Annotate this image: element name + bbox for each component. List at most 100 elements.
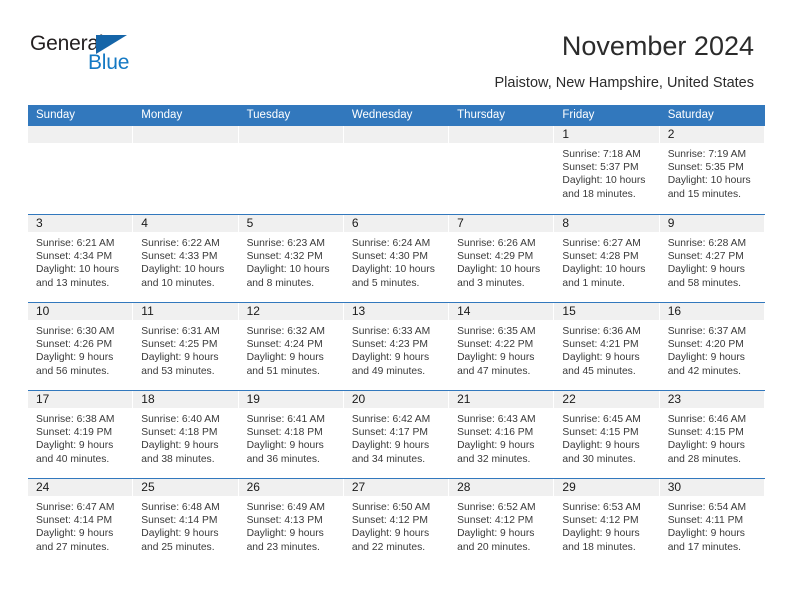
calendar-day-cell[interactable]: 20 Sunrise: 6:42 AM Sunset: 4:17 PM Dayligh… — [343, 391, 450, 478]
calendar-day-cell[interactable]: 19 Sunrise: 6:41 AM Sunset: 4:18 PM Dayligh… — [238, 391, 344, 478]
day-number: 14 — [449, 303, 554, 320]
sunrise-time: Sunrise: 6:36 AM — [562, 326, 641, 337]
daylight-duration-line1: Daylight: 10 hours — [141, 264, 225, 276]
day-number: 6 — [343, 215, 449, 232]
daylight-duration-line2: and 13 minutes. — [36, 277, 110, 289]
day-details: Sunrise: 6:47 AM Sunset: 4:14 PM Daylight:… — [28, 496, 132, 554]
daylight-duration-line1: Daylight: 9 hours — [351, 440, 430, 452]
calendar-day-cell[interactable]: 11 Sunrise: 6:31 AM Sunset: 4:25 PM Dayligh… — [133, 303, 239, 390]
daylight-duration-line1: Daylight: 9 hours — [457, 352, 535, 364]
day-number: 20 — [343, 391, 449, 408]
calendar-day-cell[interactable]: 25 Sunrise: 6:48 AM Sunset: 4:14 PM Dayligh… — [133, 479, 239, 566]
sunset-time: Sunset: 4:19 PM — [36, 427, 113, 439]
calendar-day-cell[interactable]: 6 Sunrise: 6:24 AM Sunset: 4:30 PM Daylight… — [343, 215, 450, 302]
calendar-day-cell[interactable]: 26 Sunrise: 6:49 AM Sunset: 4:13 PM Dayligh… — [238, 479, 344, 566]
sunset-time: Sunset: 4:11 PM — [667, 515, 744, 527]
calendar-day-cell[interactable]: 28 Sunrise: 6:52 AM Sunset: 4:12 PM Dayligh… — [449, 479, 555, 566]
day-cell-inner: 22 Sunrise: 6:45 AM Sunset: 4:15 PM Dayligh… — [554, 391, 659, 478]
day-cell-inner — [449, 126, 554, 214]
day-number — [133, 126, 238, 143]
calendar-day-cell[interactable]: 16 Sunrise: 6:37 AM Sunset: 4:20 PM Dayligh… — [659, 303, 765, 390]
sunset-time: Sunset: 4:22 PM — [457, 339, 534, 351]
calendar-day-cell[interactable]: 29 Sunrise: 6:53 AM Sunset: 4:12 PM Dayligh… — [554, 479, 660, 566]
day-cell-inner — [133, 126, 238, 214]
calendar-page: General Blue November 2024 Plaistow, New… — [0, 0, 792, 612]
calendar-day-cell[interactable]: 12 Sunrise: 6:32 AM Sunset: 4:24 PM Dayligh… — [238, 303, 344, 390]
calendar-day-cell[interactable]: 21 Sunrise: 6:43 AM Sunset: 4:16 PM Dayligh… — [449, 391, 555, 478]
day-number: 17 — [28, 391, 133, 408]
day-number: 26 — [238, 479, 343, 496]
sunset-time: Sunset: 4:34 PM — [36, 251, 113, 263]
calendar-day-cell[interactable]: 7 Sunrise: 6:26 AM Sunset: 4:29 PM Daylight… — [449, 215, 555, 302]
weekday-header-row: Sunday Monday Tuesday Wednesday Thursday Frid… — [28, 105, 765, 126]
day-cell-inner: 17 Sunrise: 6:38 AM Sunset: 4:19 PM Dayligh… — [28, 391, 133, 478]
sunset-time: Sunset: 4:14 PM — [36, 515, 113, 527]
calendar-day-cell[interactable]: 17 Sunrise: 6:38 AM Sunset: 4:19 PM Dayligh… — [28, 391, 134, 478]
day-details: Sunrise: 6:53 AM Sunset: 4:12 PM Daylight:… — [554, 496, 658, 554]
day-cell-inner: 21 Sunrise: 6:43 AM Sunset: 4:16 PM Dayligh… — [449, 391, 554, 478]
calendar-day-cell[interactable]: 9 Sunrise: 6:28 AM Sunset: 4:27 PM Daylight… — [659, 215, 765, 302]
day-details: Sunrise: 6:49 AM Sunset: 4:13 PM Daylight:… — [239, 496, 343, 554]
daylight-duration-line2: and 5 minutes. — [351, 277, 420, 289]
day-number: 21 — [449, 391, 554, 408]
calendar-day-cell[interactable]: 3 Sunrise: 6:21 AM Sunset: 4:34 PM Daylight… — [28, 215, 134, 302]
calendar-day-cell[interactable]: 2 Sunrise: 7:19 AM Sunset: 5:35 PM Daylight… — [659, 126, 765, 214]
day-cell-inner: 12 Sunrise: 6:32 AM Sunset: 4:24 PM Dayligh… — [238, 303, 343, 390]
daylight-duration-line2: and 38 minutes. — [141, 453, 215, 465]
daylight-duration-line2: and 20 minutes. — [457, 541, 531, 553]
sunrise-time: Sunrise: 6:30 AM — [36, 326, 115, 337]
calendar-day-cell[interactable]: 15 Sunrise: 6:36 AM Sunset: 4:21 PM Dayligh… — [554, 303, 660, 390]
calendar-day-cell[interactable]: 27 Sunrise: 6:50 AM Sunset: 4:12 PM Dayligh… — [343, 479, 450, 566]
sunset-time: Sunset: 4:16 PM — [457, 427, 534, 439]
day-cell-inner: 6 Sunrise: 6:24 AM Sunset: 4:30 PM Daylight… — [343, 215, 449, 302]
sunrise-time: Sunrise: 6:45 AM — [562, 414, 641, 425]
calendar-day-cell[interactable]: 1 Sunrise: 7:18 AM Sunset: 5:37 PM Daylight… — [554, 126, 660, 214]
sunset-time: Sunset: 4:33 PM — [141, 251, 218, 263]
calendar-day-cell[interactable]: 13 Sunrise: 6:33 AM Sunset: 4:23 PM Dayligh… — [343, 303, 450, 390]
daylight-duration-line2: and 3 minutes. — [457, 277, 525, 289]
daylight-duration-line1: Daylight: 9 hours — [141, 352, 219, 364]
daylight-duration-line1: Daylight: 9 hours — [562, 352, 640, 364]
day-details: Sunrise: 6:33 AM Sunset: 4:23 PM Daylight:… — [344, 320, 448, 378]
general-blue-logo[interactable]: General Blue — [30, 32, 220, 84]
day-cell-inner: 23 Sunrise: 6:46 AM Sunset: 4:15 PM Dayligh… — [659, 391, 764, 478]
sunrise-time: Sunrise: 6:38 AM — [36, 414, 115, 425]
daylight-duration-line2: and 27 minutes. — [36, 541, 110, 553]
daylight-duration-line2: and 17 minutes. — [667, 541, 741, 553]
sunrise-time: Sunrise: 7:18 AM — [562, 149, 641, 160]
calendar-day-cell[interactable]: 5 Sunrise: 6:23 AM Sunset: 4:32 PM Daylight… — [238, 215, 344, 302]
daylight-duration-line2: and 51 minutes. — [246, 365, 320, 377]
calendar-day-cell[interactable]: 8 Sunrise: 6:27 AM Sunset: 4:28 PM Daylight… — [554, 215, 660, 302]
calendar-day-cell[interactable]: 24 Sunrise: 6:47 AM Sunset: 4:14 PM Dayligh… — [28, 479, 134, 566]
day-cell-inner: 9 Sunrise: 6:28 AM Sunset: 4:27 PM Daylight… — [659, 215, 764, 302]
day-number: 13 — [343, 303, 449, 320]
daylight-duration-line2: and 32 minutes. — [457, 453, 531, 465]
calendar-day-cell[interactable]: 14 Sunrise: 6:35 AM Sunset: 4:22 PM Dayligh… — [449, 303, 555, 390]
day-cell-inner: 4 Sunrise: 6:22 AM Sunset: 4:33 PM Daylight… — [133, 215, 238, 302]
sunset-time: Sunset: 4:30 PM — [351, 251, 428, 263]
sunset-time: Sunset: 4:32 PM — [246, 251, 323, 263]
calendar-week-row: 24 Sunrise: 6:47 AM Sunset: 4:14 PM Dayligh… — [28, 478, 765, 566]
day-details: Sunrise: 6:22 AM Sunset: 4:33 PM Daylight:… — [133, 232, 237, 290]
sunset-time: Sunset: 4:24 PM — [246, 339, 323, 351]
sunset-time: Sunset: 4:17 PM — [351, 427, 428, 439]
daylight-duration-line1: Daylight: 9 hours — [246, 352, 324, 364]
day-number: 22 — [554, 391, 659, 408]
day-cell-inner: 11 Sunrise: 6:31 AM Sunset: 4:25 PM Dayligh… — [133, 303, 238, 390]
day-details: Sunrise: 6:52 AM Sunset: 4:12 PM Daylight:… — [449, 496, 553, 554]
calendar-day-cell[interactable]: 22 Sunrise: 6:45 AM Sunset: 4:15 PM Dayligh… — [554, 391, 660, 478]
day-number: 1 — [554, 126, 659, 143]
day-number: 27 — [343, 479, 449, 496]
calendar-day-cell[interactable]: 4 Sunrise: 6:22 AM Sunset: 4:33 PM Daylight… — [133, 215, 239, 302]
daylight-duration-line1: Daylight: 9 hours — [667, 528, 745, 540]
calendar-day-cell[interactable]: 10 Sunrise: 6:30 AM Sunset: 4:26 PM Dayligh… — [28, 303, 134, 390]
daylight-duration-line2: and 18 minutes. — [562, 188, 636, 200]
calendar-day-cell[interactable]: 30 Sunrise: 6:54 AM Sunset: 4:11 PM Dayligh… — [659, 479, 765, 566]
day-number — [449, 126, 554, 143]
daylight-duration-line1: Daylight: 10 hours — [562, 264, 646, 276]
day-number: 5 — [238, 215, 343, 232]
day-number: 12 — [238, 303, 343, 320]
calendar-day-cell[interactable]: 23 Sunrise: 6:46 AM Sunset: 4:15 PM Dayligh… — [659, 391, 765, 478]
day-cell-inner: 20 Sunrise: 6:42 AM Sunset: 4:17 PM Dayligh… — [343, 391, 449, 478]
calendar-day-cell[interactable]: 18 Sunrise: 6:40 AM Sunset: 4:18 PM Dayligh… — [133, 391, 239, 478]
